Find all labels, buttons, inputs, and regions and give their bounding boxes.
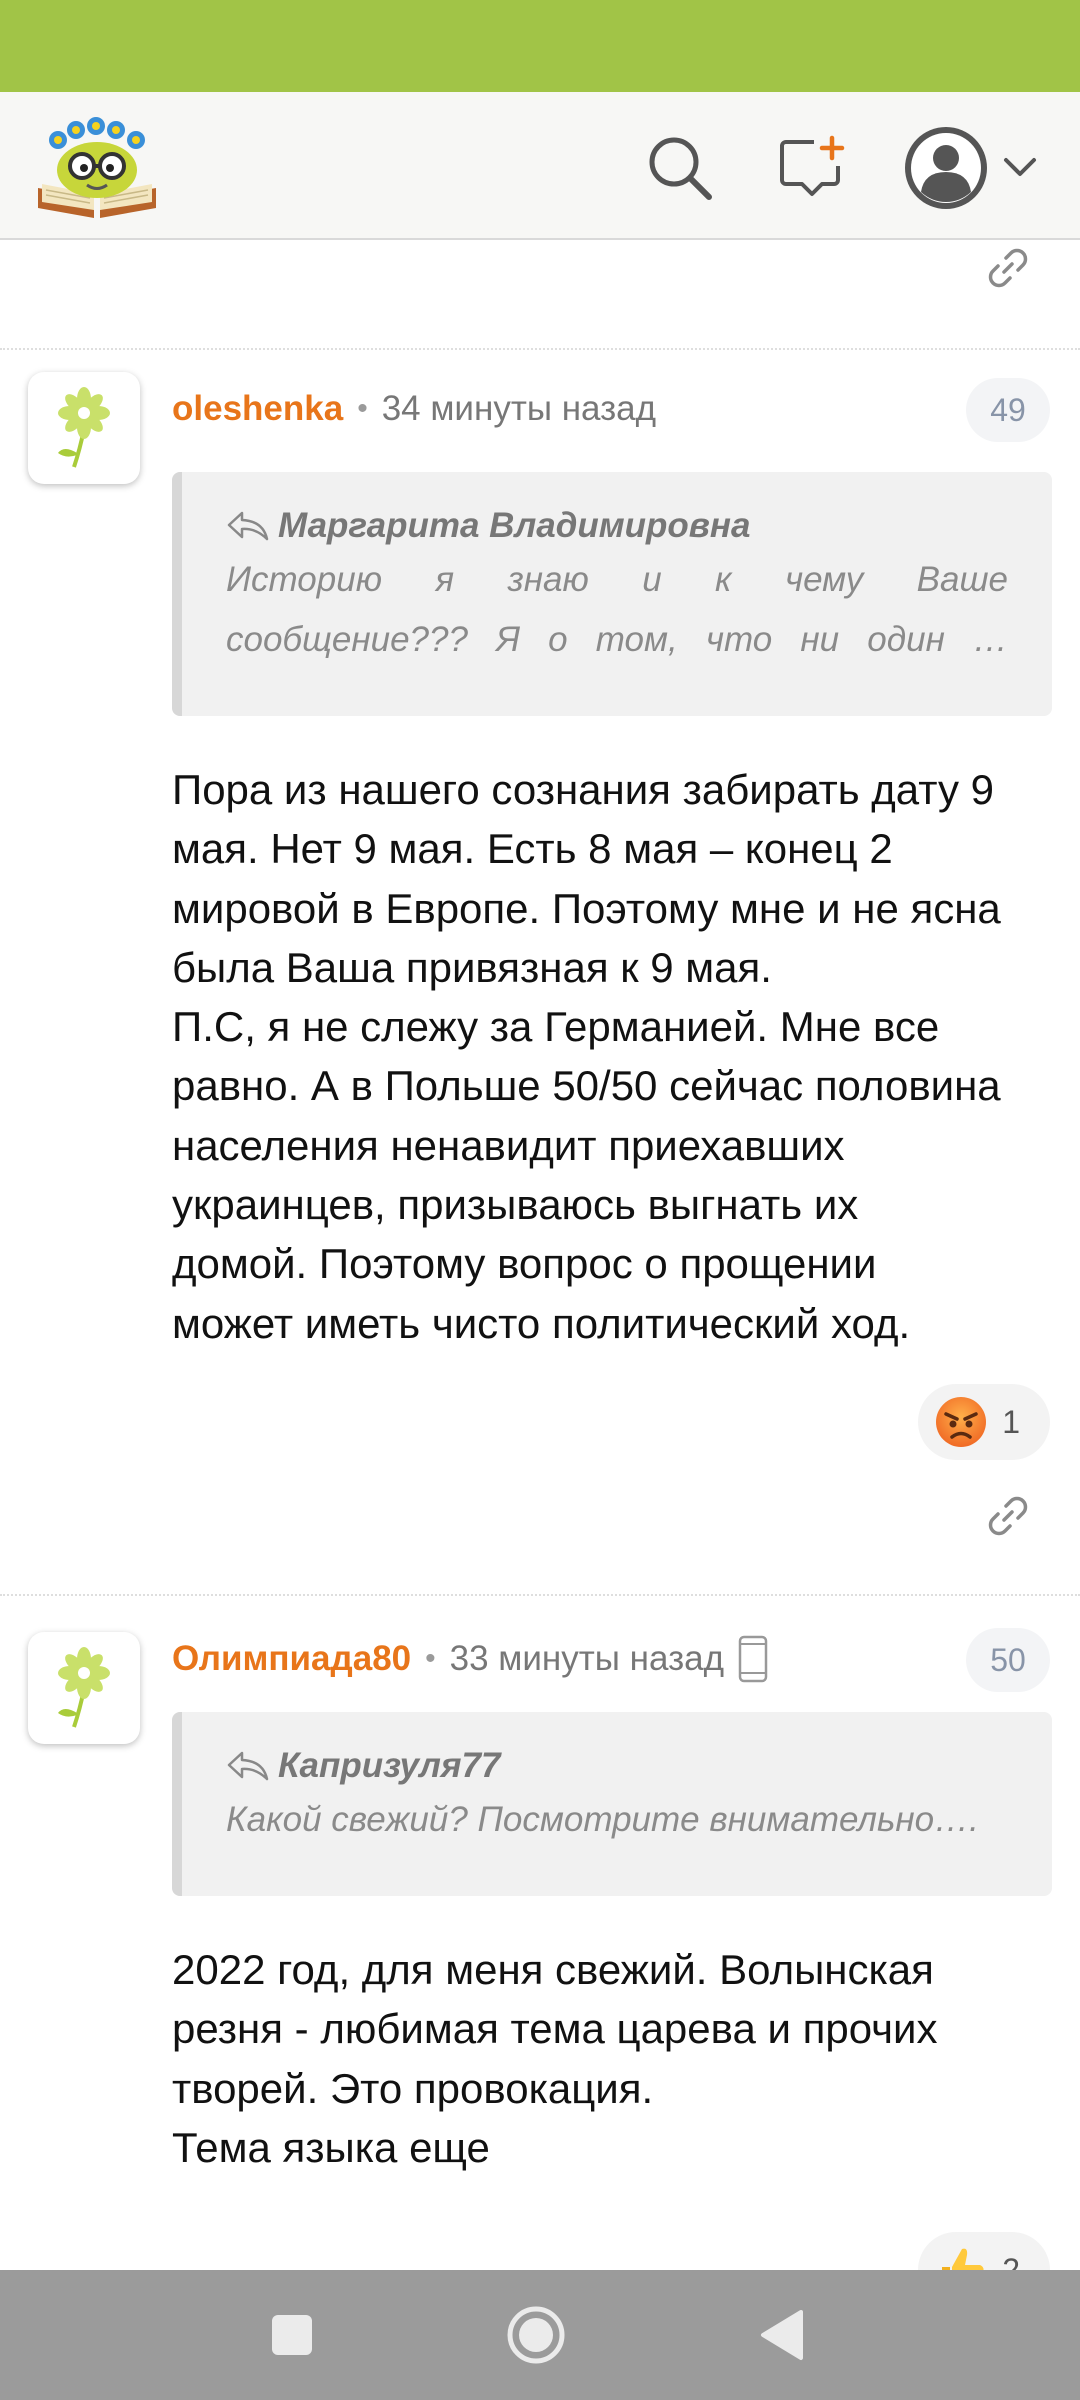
avatar[interactable] <box>28 372 140 484</box>
comment-author[interactable]: Олимпиада80 <box>172 1639 411 1679</box>
comment-line: Тема языка еще <box>172 2123 490 2171</box>
site-logo[interactable] <box>32 110 162 222</box>
comment-time: 33 минуты назад <box>449 1639 724 1678</box>
comments-feed: oleshenka • 34 минуты назад 49 Маргарита… <box>0 240 1080 2270</box>
comment-line: мировой в Европе. Поэтому мне и не ясна <box>172 884 1001 932</box>
copy-link-button[interactable] <box>978 1486 1038 1546</box>
comment-body: Пора из нашего сознания забирать дату 9 … <box>172 760 1052 1353</box>
comment-time: 34 минуты назад <box>381 389 657 428</box>
quote-line: Историю я знаю и к чему Ваше <box>226 560 1008 599</box>
comment-number: 49 <box>966 378 1050 442</box>
comment: Олимпиада80 • 33 минуты назад 50 Капризу… <box>0 1628 1080 2270</box>
user-avatar-icon <box>905 127 987 209</box>
quote-author-name: Капризуля77 <box>278 1746 501 1785</box>
reaction-thumbs-up-button[interactable]: 2 <box>918 2232 1050 2270</box>
link-icon <box>988 248 1028 288</box>
reaction-count: 2 <box>1002 2251 1020 2271</box>
quote-author-name: Маргарита Владимировна <box>278 506 751 545</box>
comment-line: П.С, я не слежу за Германией. Мне все <box>172 1003 940 1051</box>
flower-avatar-icon <box>58 1647 110 1728</box>
comment-line: может иметь чисто политический ход. <box>172 1299 911 1347</box>
reaction-count: 1 <box>1002 1403 1020 1440</box>
comment-line: 2022 год, для меня свежий. Волынская <box>172 1946 934 1993</box>
comment-line: равно. А в Польше 50/50 сейчас половина <box>172 1062 1001 1110</box>
square-recents-icon <box>272 2315 312 2355</box>
quote-line: Какой свежий? Посмотрите внимательно…. <box>226 1800 979 1839</box>
comment-meta: oleshenka • 34 минуты назад <box>172 384 656 434</box>
comment-body: 2022 год, для меня свежий. Волынская рез… <box>172 1940 1052 2177</box>
avatar[interactable] <box>28 1632 140 1744</box>
comment-number: 50 <box>966 1628 1050 1692</box>
system-navigation-bar <box>0 2270 1080 2400</box>
circle-home-icon <box>507 2306 565 2364</box>
meta-separator: • <box>425 1642 436 1675</box>
comment-separator <box>0 348 1080 350</box>
quote-line: сообщение??? Я о том, что ни один … <box>226 620 1008 659</box>
reply-arrow-icon <box>227 511 269 541</box>
comment-line: населения ненавидит приехавших <box>172 1121 845 1169</box>
quote-author: Капризуля77 <box>226 1746 1008 1786</box>
comment-line: резня - любимая тема царева и прочих <box>172 2005 938 2053</box>
quote-author: Маргарита Владимировна <box>226 506 1008 546</box>
meta-separator: • <box>357 392 368 425</box>
comment-line: была Ваша привязная к 9 мая. <box>172 943 772 991</box>
quoted-message[interactable]: Маргарита Владимировна Историю я знаю и … <box>172 472 1052 716</box>
comment-line: Пора из нашего сознания забирать дату 9 <box>172 766 994 813</box>
home-button[interactable] <box>496 2295 576 2375</box>
user-menu-button[interactable] <box>896 118 1046 218</box>
recents-button[interactable] <box>252 2295 332 2375</box>
link-icon <box>988 1496 1028 1536</box>
back-button[interactable] <box>742 2295 822 2375</box>
comment-separator <box>0 1594 1080 1596</box>
chevron-down-icon <box>1004 158 1036 176</box>
comment: oleshenka • 34 минуты назад 49 Маргарита… <box>0 372 1080 1347</box>
reply-arrow-icon <box>227 1751 269 1781</box>
angry-face-icon <box>934 1395 988 1449</box>
search-button[interactable] <box>640 128 720 208</box>
triangle-back-icon <box>761 2310 803 2360</box>
new-message-plus-icon <box>780 135 845 196</box>
new-message-button[interactable] <box>772 128 852 208</box>
reaction-angry-button[interactable]: 1 <box>918 1384 1050 1460</box>
copy-link-button[interactable] <box>978 240 1038 298</box>
comment-line: творей. Это провокация. <box>172 2064 654 2112</box>
quoted-message[interactable]: Капризуля77 Какой свежий? Посмотрите вни… <box>172 1712 1052 1896</box>
app-header <box>0 92 1080 240</box>
flower-avatar-icon <box>58 387 110 468</box>
quote-text: Историю я знаю и к чему Ваше сообщение??… <box>226 550 1008 670</box>
comment-author[interactable]: oleshenka <box>172 389 343 429</box>
thumbs-up-icon <box>934 2243 988 2270</box>
status-bar <box>0 0 1080 92</box>
comment-meta: Олимпиада80 • 33 минуты назад <box>172 1634 768 1684</box>
quote-text: Какой свежий? Посмотрите внимательно…. <box>226 1790 1008 1850</box>
mobile-phone-icon <box>738 1635 768 1683</box>
comment-line: украинцев, призываюсь выгнать их <box>172 1181 859 1229</box>
comment-line: домой. Поэтому вопрос о прощении <box>172 1240 877 1288</box>
search-icon <box>649 137 712 200</box>
comment-line: мая. Нет 9 мая. Есть 8 мая – конец 2 <box>172 825 893 873</box>
